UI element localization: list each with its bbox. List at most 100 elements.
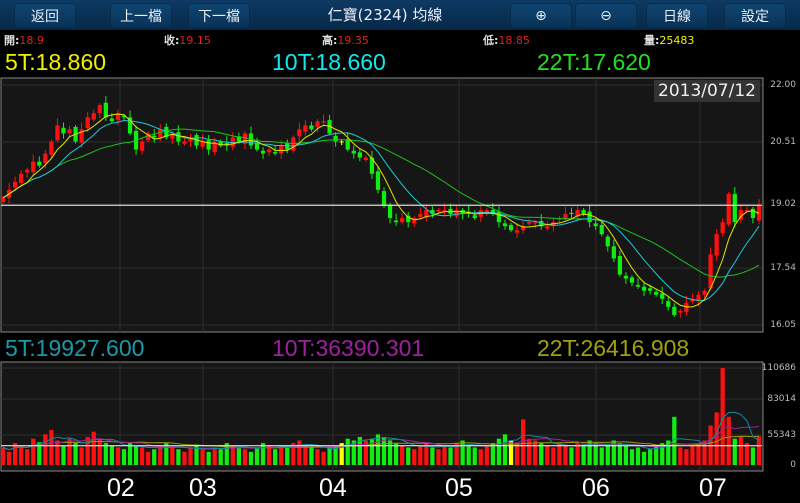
- candle-body: [611, 246, 616, 259]
- volume-bar: [285, 445, 290, 465]
- candle-body: [103, 102, 108, 118]
- candle-body: [678, 310, 683, 313]
- candle-body: [533, 222, 538, 224]
- cursor-date: 2013/07/12: [654, 80, 760, 102]
- candle-body: [260, 150, 266, 154]
- candle-body: [357, 152, 362, 158]
- volume-bar: [593, 443, 598, 465]
- volume-bar: [442, 445, 447, 465]
- candle-body: [303, 125, 308, 132]
- volume-tick: 110686: [761, 363, 796, 373]
- volume-bar: [750, 447, 756, 465]
- candle-body: [158, 129, 163, 138]
- volume-bar: [696, 443, 701, 465]
- volume-bar: [0, 447, 6, 465]
- volume-bar: [684, 449, 689, 465]
- candle-body: [19, 173, 24, 184]
- volume-bar: [309, 447, 314, 465]
- volume-bar: [394, 443, 399, 465]
- candle-body: [666, 301, 671, 307]
- volume-bar: [55, 440, 60, 465]
- candle-body: [684, 302, 689, 313]
- candle-body: [182, 141, 187, 144]
- volume-bar: [242, 449, 248, 465]
- stock-chart[interactable]: [0, 0, 800, 500]
- candle-body: [37, 161, 42, 166]
- candle-body: [97, 105, 102, 114]
- volume-bar: [248, 451, 254, 465]
- volume-bar: [43, 434, 48, 465]
- volume-bar: [109, 445, 114, 465]
- candle-body: [140, 141, 145, 151]
- volume-bar: [545, 445, 550, 465]
- candle-body: [333, 135, 338, 142]
- candle-body: [508, 224, 514, 231]
- volume-bar: [236, 447, 241, 465]
- month-label: 03: [189, 474, 217, 502]
- volume-bar: [260, 443, 266, 465]
- volume-bar: [448, 447, 453, 465]
- volume-bar: [91, 431, 96, 465]
- candle-body: [472, 215, 477, 219]
- volume-bar: [744, 443, 749, 465]
- volume-bar: [641, 451, 647, 465]
- candle-body: [31, 161, 36, 173]
- volume-bar: [551, 447, 556, 465]
- candle-body: [454, 210, 459, 217]
- candle-body: [605, 236, 610, 247]
- candle-body: [617, 256, 622, 275]
- volume-bar: [472, 447, 477, 465]
- candle-body: [641, 286, 647, 291]
- candle-body: [91, 113, 96, 120]
- price-tick: 17.54: [770, 263, 796, 273]
- candle-body: [387, 204, 393, 219]
- month-label: 06: [582, 474, 610, 502]
- candle-body: [720, 222, 725, 234]
- volume-bar: [387, 440, 393, 465]
- volume-bar: [218, 449, 223, 465]
- candle-body: [363, 157, 368, 161]
- volume-bar: [297, 440, 302, 465]
- candle-body: [756, 206, 762, 221]
- volume-bar: [460, 440, 465, 465]
- volume-bar: [170, 447, 175, 465]
- volume-bar: [514, 443, 520, 465]
- volume-bar: [321, 451, 326, 465]
- volume-bar: [267, 445, 272, 465]
- candle-body: [0, 197, 6, 202]
- month-label: 02: [107, 474, 135, 502]
- candle-body: [714, 234, 719, 256]
- candle-body: [708, 254, 713, 289]
- volume-bar: [375, 434, 381, 465]
- volume-bar: [539, 443, 544, 465]
- price-tick: 22.00: [770, 80, 796, 90]
- volume-bar: [726, 416, 731, 465]
- candle-body: [375, 171, 381, 190]
- volume-bar: [678, 447, 683, 465]
- candle-body: [545, 226, 550, 229]
- candle-body: [85, 117, 90, 129]
- candle-body: [672, 306, 677, 315]
- volume-bar: [303, 445, 308, 465]
- candle-body: [49, 141, 54, 155]
- volume-bar: [254, 447, 260, 465]
- candle-body: [176, 132, 181, 142]
- candle-body: [152, 135, 157, 138]
- candle-body: [599, 224, 604, 235]
- volume-bar: [605, 445, 610, 465]
- candle-body: [381, 191, 387, 207]
- candle-body: [648, 288, 653, 291]
- volume-bar: [6, 451, 12, 465]
- candle-body: [750, 208, 756, 219]
- volume-bar: [690, 445, 695, 465]
- volume-bar: [127, 443, 133, 465]
- candle-body: [309, 125, 314, 130]
- volume-bar: [436, 449, 441, 465]
- volume-bar: [158, 445, 163, 465]
- volume-bar: [13, 443, 18, 465]
- volume-bar: [19, 445, 24, 465]
- candle-body: [339, 141, 344, 143]
- candle-body: [502, 223, 508, 227]
- candle-body: [273, 151, 278, 154]
- candle-body: [623, 275, 629, 279]
